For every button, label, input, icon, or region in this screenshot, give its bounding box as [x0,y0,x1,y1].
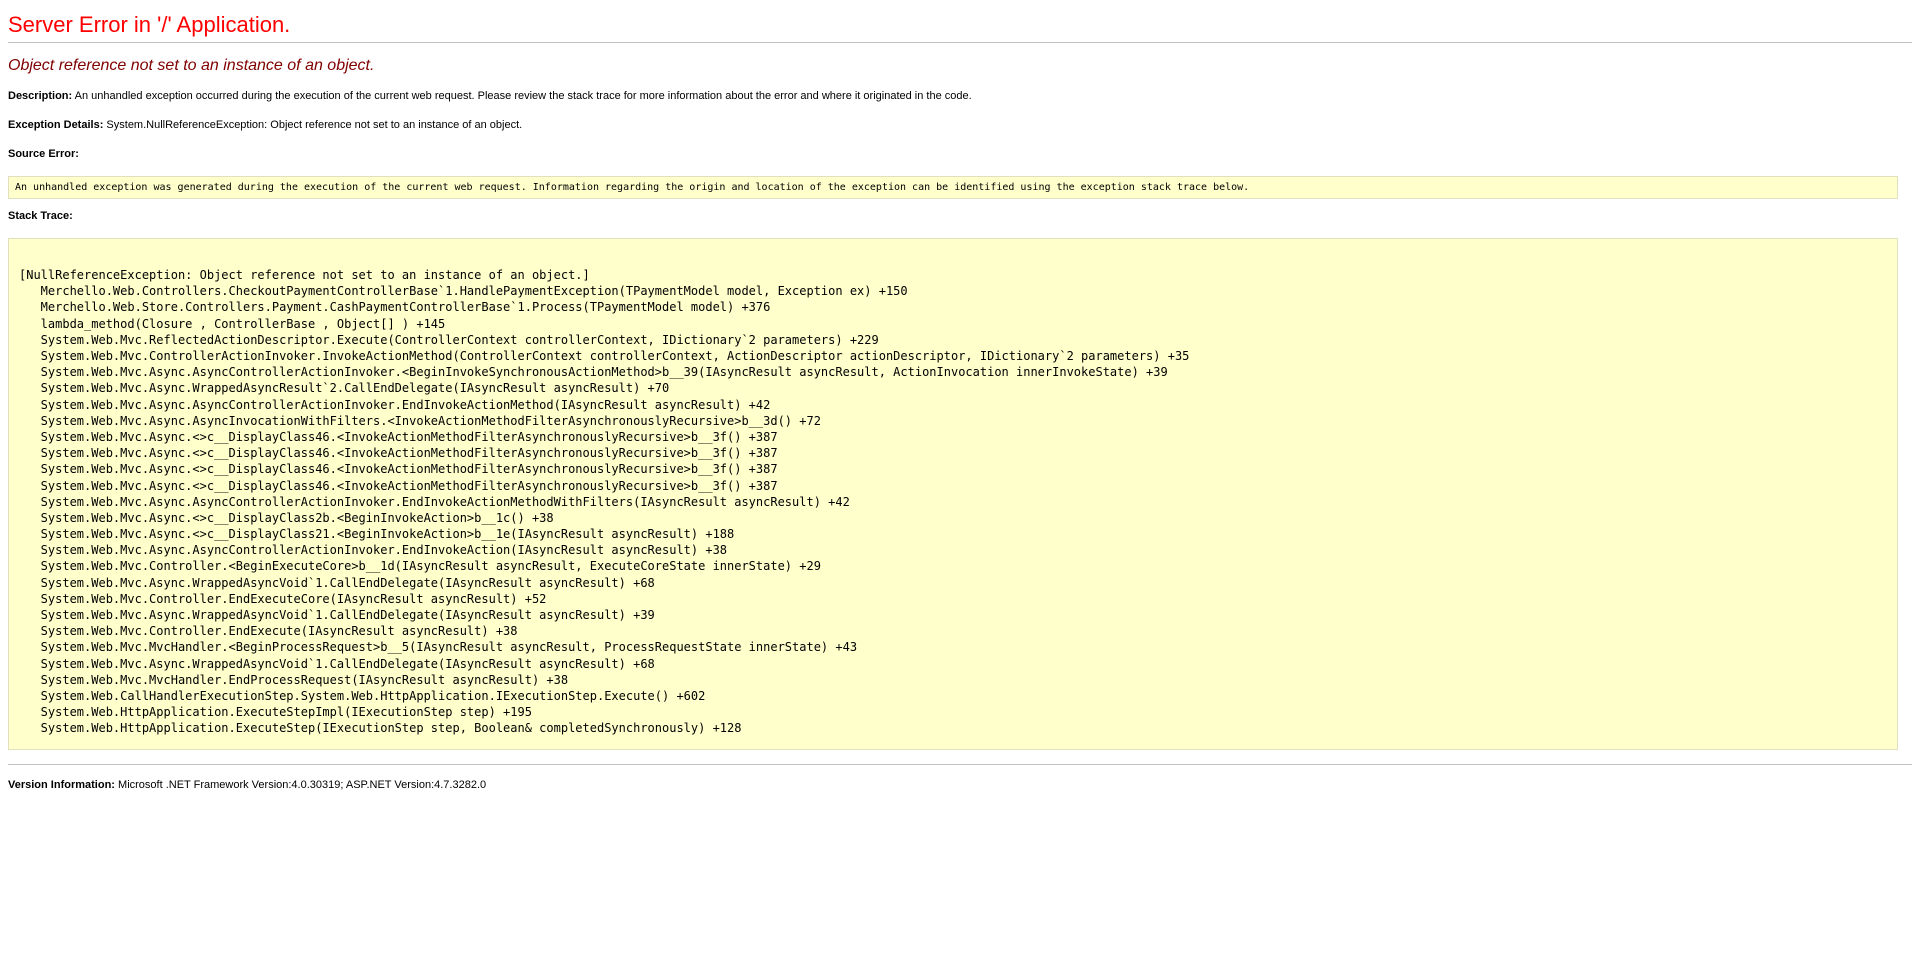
stack-trace-section: Stack Trace: [8,209,1912,224]
divider [8,42,1912,43]
source-error-label: Source Error: [8,148,79,160]
exception-details-label: Exception Details: [8,119,103,131]
stack-trace-label: Stack Trace: [8,210,73,222]
description-text: An unhandled exception occurred during t… [75,90,972,102]
description-label: Description: [8,90,72,102]
stack-trace-box: [NullReferenceException: Object referenc… [8,238,1898,750]
page-title: Server Error in '/' Application. [8,12,1912,38]
version-section: Version Information: Microsoft .NET Fram… [8,779,1912,791]
source-error-box: An unhandled exception was generated dur… [8,176,1898,200]
exception-heading: Object reference not set to an instance … [8,57,1912,75]
source-error-section: Source Error: [8,147,1912,162]
description-section: Description: An unhandled exception occu… [8,89,1912,104]
divider-bottom [8,764,1912,765]
version-label: Version Information: [8,779,115,791]
version-text: Microsoft .NET Framework Version:4.0.303… [118,779,486,791]
exception-details-text: System.NullReferenceException: Object re… [106,119,522,131]
exception-details-section: Exception Details: System.NullReferenceE… [8,118,1912,133]
